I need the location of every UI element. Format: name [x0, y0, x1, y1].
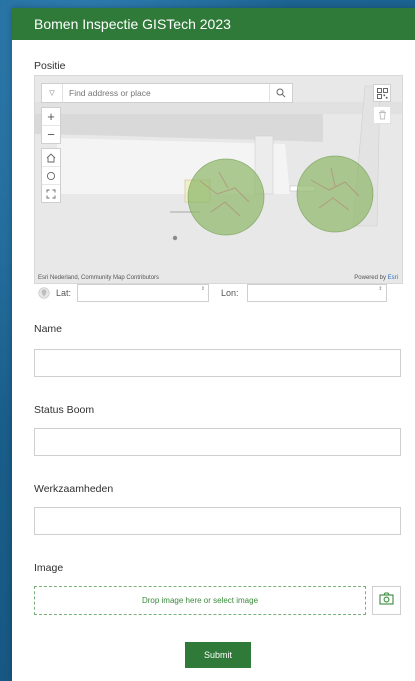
- image-dropzone[interactable]: Drop image here or select image: [34, 586, 366, 615]
- werkzaamheden-input[interactable]: [34, 507, 401, 535]
- zoom-in-icon[interactable]: +: [42, 108, 60, 126]
- camera-icon: [379, 591, 394, 610]
- esri-link[interactable]: Esri: [388, 275, 398, 281]
- zoom-out-icon[interactable]: −: [42, 126, 60, 143]
- fullscreen-icon[interactable]: [42, 185, 60, 202]
- form-header: Bomen Inspectie GISTech 2023: [12, 8, 415, 40]
- search-icon[interactable]: [269, 84, 292, 102]
- image-label: Image: [34, 562, 64, 574]
- powered-by[interactable]: Powered by Esri: [354, 275, 398, 281]
- name-label: Name: [34, 323, 63, 335]
- zoom-controls: + −: [41, 107, 61, 144]
- lat-input[interactable]: ⇕: [77, 284, 210, 302]
- status-boom-label: Status Boom: [34, 404, 95, 416]
- qr-code-icon[interactable]: [373, 84, 391, 102]
- dropzone-text: Drop image here or select image: [141, 596, 259, 605]
- name-input[interactable]: [34, 349, 401, 377]
- map-attribution: Esri Nederland, Community Map Contributo…: [38, 275, 160, 281]
- map-tools: [41, 148, 61, 203]
- home-icon[interactable]: [42, 149, 60, 167]
- powered-by-text: Powered by: [354, 275, 386, 281]
- chevron-down-icon[interactable]: ▽: [42, 84, 63, 102]
- map-basemap: [35, 85, 402, 241]
- camera-button[interactable]: [372, 586, 401, 615]
- position-label: Positie: [34, 60, 66, 72]
- submit-button[interactable]: Submit: [185, 642, 251, 668]
- location-pin-icon[interactable]: [34, 286, 54, 300]
- lon-spinner-icon[interactable]: ⇕: [378, 286, 382, 292]
- werkzaamheden-label: Werkzaamheden: [34, 483, 114, 495]
- map-search: ▽: [41, 83, 293, 103]
- lat-spinner-icon[interactable]: ⇕: [201, 286, 205, 292]
- locate-icon[interactable]: [42, 167, 60, 185]
- trash-icon[interactable]: [373, 106, 391, 124]
- lon-label: Lon:: [221, 288, 239, 298]
- map-search-input[interactable]: [63, 87, 269, 99]
- form-title: Bomen Inspectie GISTech 2023: [34, 16, 231, 32]
- coordinate-row: Lat: ⇕ Lon: ⇕: [34, 282, 401, 304]
- survey-form: Bomen Inspectie GISTech 2023 Positie ▽ F…: [12, 8, 415, 681]
- map-view[interactable]: ▽ + − Esri Nederland, C: [34, 75, 403, 284]
- status-boom-input[interactable]: [34, 428, 401, 456]
- lat-label: Lat:: [56, 288, 72, 298]
- lon-input[interactable]: ⇕: [246, 284, 387, 302]
